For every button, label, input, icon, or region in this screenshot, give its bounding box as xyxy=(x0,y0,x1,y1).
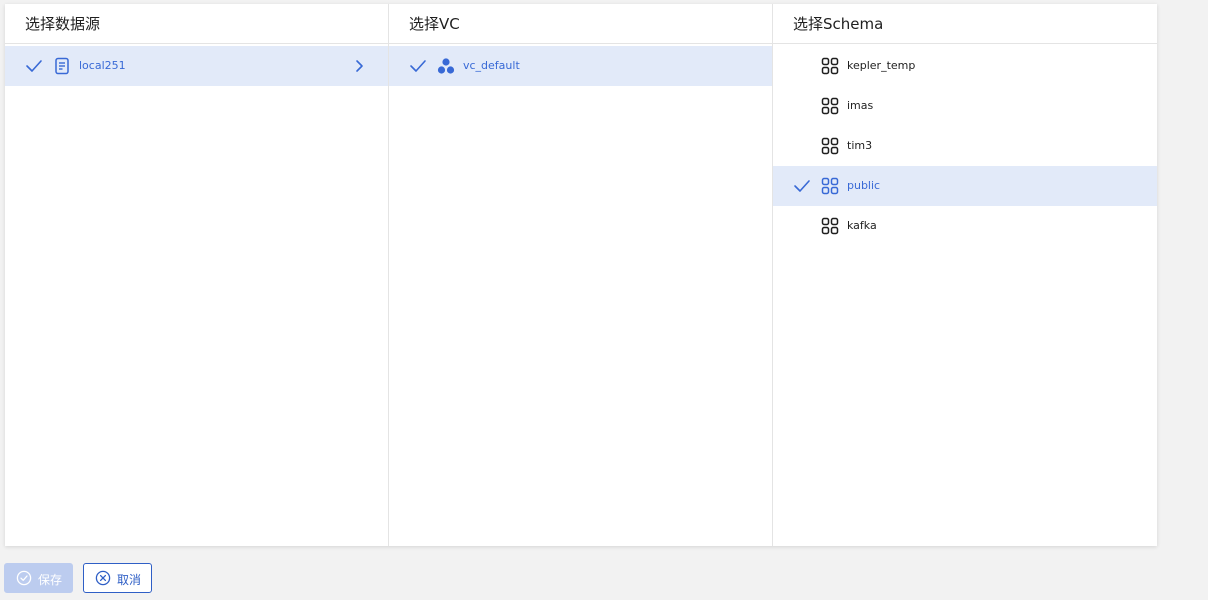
schema-item-label: kafka xyxy=(847,219,877,232)
schema-item-label: kepler_temp xyxy=(847,59,916,72)
checkmark-icon xyxy=(794,180,810,192)
schema-item-label: public xyxy=(847,179,881,192)
grid-icon xyxy=(821,137,839,155)
datasource-column-title: 选择数据源 xyxy=(5,4,388,44)
schema-column-title: 选择Schema xyxy=(773,4,1157,44)
schema-item[interactable]: kepler_temp xyxy=(773,46,1157,86)
cancel-button-label: 取消 xyxy=(117,573,142,587)
grid-icon xyxy=(821,217,839,235)
datasource-item-label: local251 xyxy=(79,59,126,72)
schema-item[interactable]: kafka xyxy=(773,206,1157,246)
check-circle-icon xyxy=(16,570,32,586)
datasource-item[interactable]: local251 xyxy=(5,46,388,86)
schema-item[interactable]: tim3 xyxy=(773,126,1157,166)
schema-item[interactable]: public xyxy=(773,166,1157,206)
datasource-column: 选择数据源 local251 xyxy=(5,4,389,546)
cancel-button[interactable]: 取消 xyxy=(83,563,152,593)
schema-list: kepler_temp imas tim3 public kafka xyxy=(773,44,1157,246)
schema-item[interactable]: imas xyxy=(773,86,1157,126)
datasource-list: local251 xyxy=(5,44,388,86)
grid-icon xyxy=(821,177,839,195)
vc-column: 选择VC vc_default xyxy=(389,4,773,546)
vc-item-label: vc_default xyxy=(463,59,520,72)
schema-column: 选择Schema kepler_temp imas tim3 public ka… xyxy=(773,4,1157,546)
save-button-label: 保存 xyxy=(38,573,63,587)
chevron-right-icon[interactable] xyxy=(354,59,364,73)
selection-dialog: 选择数据源 local251 选择VC vc_default 选择Schema … xyxy=(5,4,1157,546)
checkmark-icon xyxy=(26,60,42,72)
schema-item-label: tim3 xyxy=(847,139,873,152)
close-circle-icon xyxy=(95,570,111,586)
document-icon xyxy=(55,57,69,75)
schema-item-label: imas xyxy=(847,99,874,112)
grid-icon xyxy=(821,97,839,115)
checkmark-icon xyxy=(410,60,426,72)
vc-item[interactable]: vc_default xyxy=(389,46,772,86)
cluster-icon xyxy=(437,58,455,74)
save-button[interactable]: 保存 xyxy=(4,563,73,593)
grid-icon xyxy=(821,57,839,75)
vc-list: vc_default xyxy=(389,44,772,86)
vc-column-title: 选择VC xyxy=(389,4,772,44)
